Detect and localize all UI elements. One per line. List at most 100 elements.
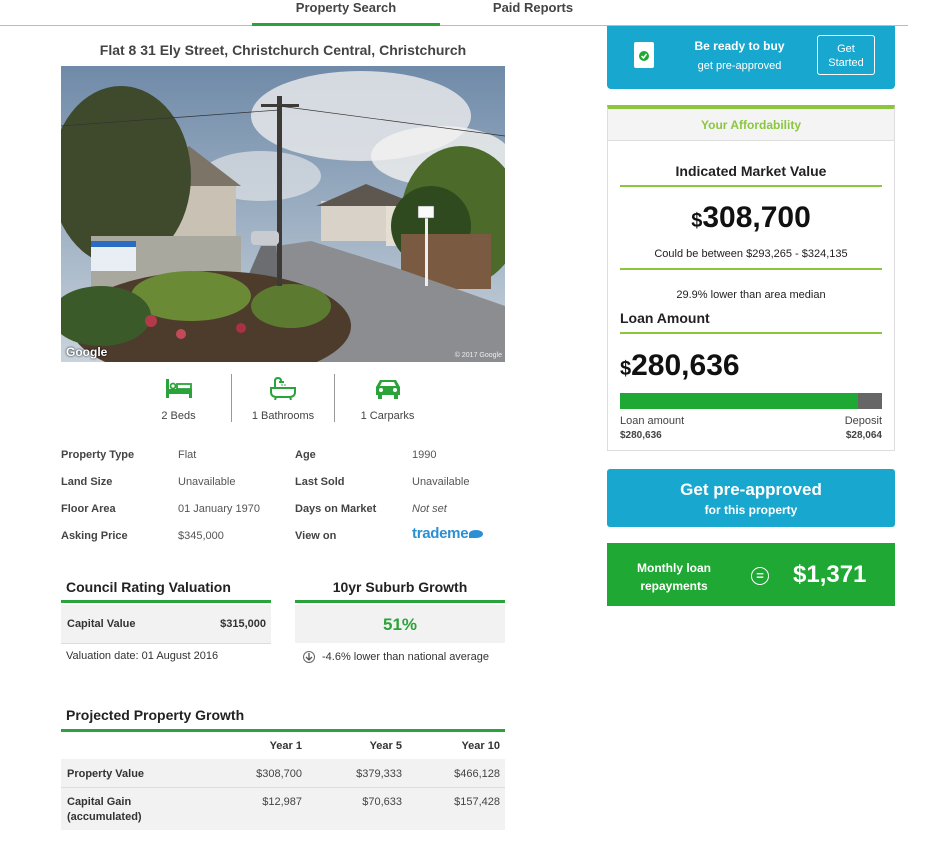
affordability-header: Your Affordability [608, 109, 894, 141]
property-type-label: Property Type [61, 449, 135, 461]
kiwi-icon [469, 530, 484, 539]
monthly-label-line1: Monthly loan [637, 561, 711, 575]
row-property-value-label: Property Value [67, 768, 145, 780]
loan-currency: $ [620, 358, 632, 380]
promo-subtitle: get pre-approved [697, 60, 782, 72]
carparks-label: 1 Carparks [360, 410, 415, 422]
property-address: Flat 8 31 Ely Street, Christchurch Centr… [99, 42, 467, 58]
divider [334, 374, 335, 422]
view-on-label: View on [295, 530, 337, 542]
age-label: Age [295, 449, 316, 461]
feature-beds: 2 Beds [131, 374, 226, 422]
days-on-market-label: Days on Market [295, 503, 377, 515]
imv-range: Could be between $293,265 - $324,135 [654, 248, 848, 260]
bed-icon [165, 379, 192, 398]
street-view-photo[interactable]: Google © 2017 Google [61, 66, 505, 362]
loan-title: Loan Amount [620, 310, 710, 326]
top-tabs: Property Search Paid Reports [0, 0, 908, 26]
suburb-growth-title: 10yr Suburb Growth [332, 579, 468, 595]
get-pre-approved-button[interactable]: Get pre-approved for this property [607, 469, 895, 527]
cta-subtitle: for this property [704, 503, 798, 517]
get-started-line2: Started [828, 57, 864, 69]
last-sold-label: Last Sold [295, 476, 345, 488]
deposit-value: $28,064 [845, 430, 882, 441]
pre-approval-promo: Be ready to buy get pre-approved Get Sta… [607, 26, 895, 89]
imv-compare: 29.9% lower than area median [676, 289, 826, 301]
floor-area-value: 01 January 1970 [178, 503, 260, 515]
monthly-repayments-card: Monthly loan repayments = $1,371 [607, 543, 895, 606]
google-logo: Google [66, 345, 108, 359]
row-capital-gain-label: Capital Gain [67, 796, 132, 808]
trademe-logo-text: trademe [412, 525, 469, 542]
imv-title: Indicated Market Value [675, 163, 827, 179]
tab-property-search[interactable]: Property Search [252, 0, 440, 26]
divider [61, 643, 271, 644]
col-year-5: Year 5 [369, 740, 402, 752]
property-value-year-1: $308,700 [256, 768, 302, 780]
capital-value-label: Capital Value [67, 618, 136, 630]
imv-value: 308,700 [702, 201, 811, 234]
loan-progress-bar [620, 393, 882, 409]
imv-currency: $ [691, 210, 703, 232]
monthly-label: Monthly loan repayments [627, 559, 721, 595]
imv-amount: $308,700 [620, 201, 882, 235]
loan-amount-label: Loan amount [620, 415, 685, 427]
loan-amount-big: $280,636 [620, 349, 740, 383]
property-type-value: Flat [178, 449, 197, 461]
cta-title: Get pre-approved [680, 480, 822, 499]
get-started-line1: Get [837, 43, 855, 55]
property-value-year-10: $466,128 [454, 768, 500, 780]
loan-progress-fill [620, 393, 859, 409]
bathtub-icon [270, 376, 296, 400]
divider [620, 185, 882, 187]
council-underline [61, 600, 271, 603]
equals-icon: = [751, 567, 769, 585]
projected-title: Projected Property Growth [66, 707, 245, 723]
tab-paid-reports[interactable]: Paid Reports [460, 0, 606, 26]
feature-bathrooms: 1 Bathrooms [236, 374, 330, 422]
loan-amount-value: $280,636 [620, 430, 662, 441]
last-sold-value: Unavailable [412, 476, 470, 488]
photo-copyright: © 2017 Google [454, 352, 502, 359]
land-size-label: Land Size [61, 476, 113, 488]
bathrooms-label: 1 Bathrooms [251, 410, 315, 422]
affordability-panel: Your Affordability Indicated Market Valu… [607, 105, 895, 451]
document-check-icon [634, 42, 654, 68]
promo-title: Be ready to buy [694, 39, 785, 53]
deposit-label: Deposit [844, 415, 882, 427]
monthly-value: $1,371 [793, 561, 867, 588]
floor-area-label: Floor Area [61, 503, 116, 515]
suburb-growth-note: -4.6% lower than national average [322, 651, 489, 663]
divider [231, 374, 232, 422]
property-value-year-5: $379,333 [356, 768, 402, 780]
down-arrow-icon [303, 651, 315, 663]
get-started-button[interactable]: Get Started [817, 35, 875, 75]
trademe-link[interactable]: trademe [412, 525, 484, 542]
asking-price-value: $345,000 [178, 530, 224, 542]
divider [620, 332, 882, 334]
projected-underline [61, 729, 505, 732]
days-on-market-value: Not set [412, 503, 447, 515]
loan-value: 280,636 [631, 349, 740, 382]
age-value: 1990 [412, 449, 437, 461]
capital-gain-year-1: $12,987 [262, 796, 302, 808]
col-year-10: Year 10 [461, 740, 500, 752]
council-title: Council Rating Valuation [66, 579, 231, 595]
capital-value: $315,000 [220, 618, 266, 630]
divider [620, 268, 882, 270]
valuation-date: Valuation date: 01 August 2016 [66, 650, 219, 662]
asking-price-label: Asking Price [61, 530, 128, 542]
capital-gain-year-10: $157,428 [454, 796, 500, 808]
col-year-1: Year 1 [269, 740, 302, 752]
suburb-growth-value: 51% [382, 615, 418, 634]
beds-label: 2 Beds [161, 410, 196, 422]
feature-carparks: 1 Carparks [340, 374, 435, 422]
table-row [61, 788, 505, 830]
street-scene-image [61, 66, 505, 362]
capital-gain-year-5: $70,633 [362, 796, 402, 808]
land-size-value: Unavailable [178, 476, 236, 488]
monthly-label-line2: repayments [640, 579, 708, 593]
car-icon [375, 380, 400, 399]
suburb-growth-underline [295, 600, 505, 603]
row-capital-gain-sublabel: (accumulated) [67, 811, 142, 823]
